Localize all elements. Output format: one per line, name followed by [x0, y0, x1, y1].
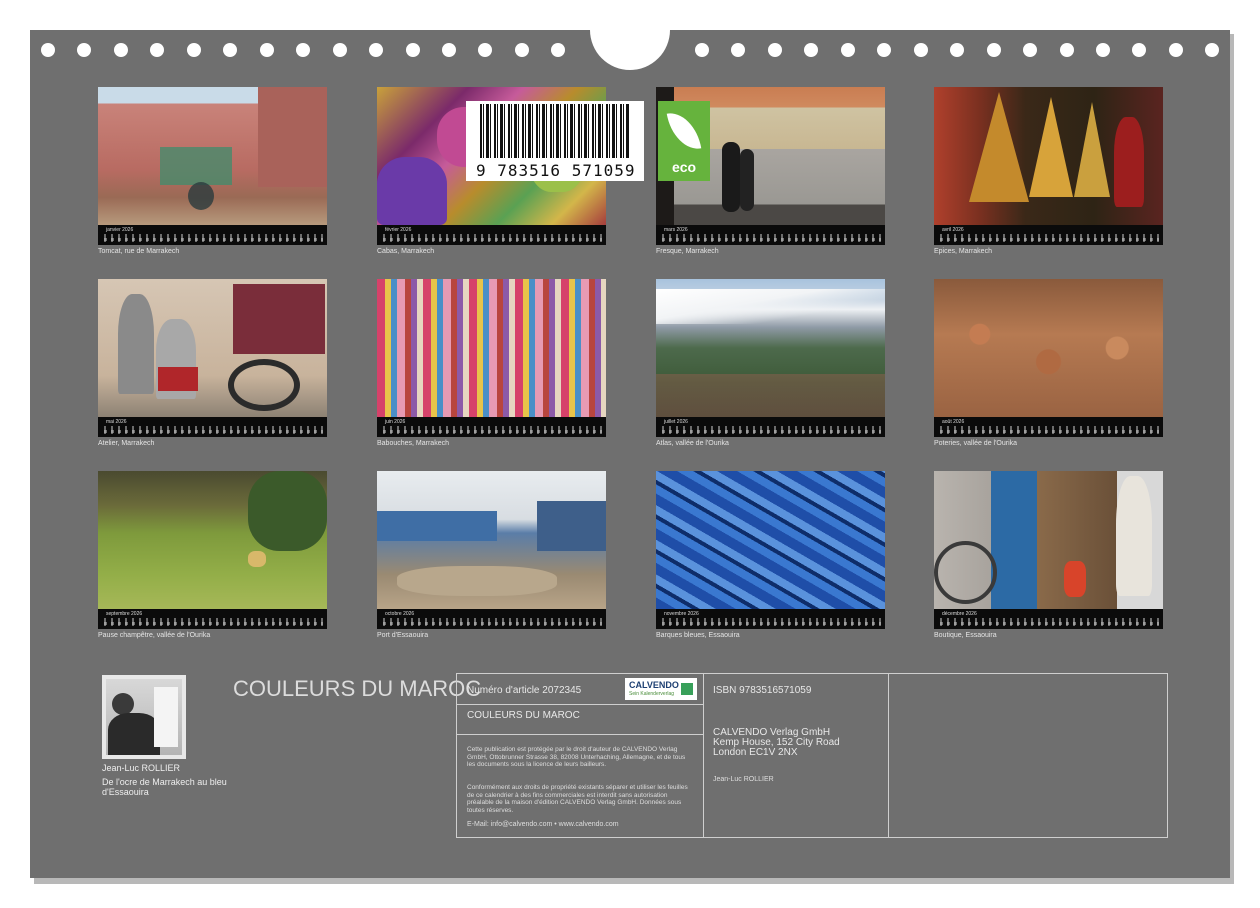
photo-caption: Poteries, vallée de l'Ourika	[934, 440, 1018, 447]
eco-label: eco	[671, 159, 697, 175]
barcode-number: 9 783516 571059	[476, 161, 636, 180]
month-label: février 2026	[385, 227, 412, 233]
photo-babouches	[377, 279, 606, 417]
month-label: septembre 2026	[106, 611, 143, 617]
month-label: mai 2026	[106, 419, 127, 425]
calendar-title: COULEURS DU MAROC	[233, 676, 482, 701]
photo-epices	[934, 87, 1163, 225]
photo-caption: Cabas, Marrakech	[377, 248, 435, 255]
author-description: De l'ocre de Marrakech au bleu d'Essaoui…	[102, 777, 227, 797]
photo-caption: Fresque, Marrakech	[656, 248, 719, 255]
photo-caption: Atlas, vallée de l'Ourika	[656, 440, 729, 447]
photo-atlas	[656, 279, 885, 417]
month-label: novembre 2026	[664, 611, 699, 617]
article-number: Numéro d'article 2072345	[467, 685, 582, 696]
isbn-barcode: 9 783516 571059	[466, 101, 644, 181]
month-label: juin 2026	[385, 419, 406, 425]
isbn: ISBN 9783516571059	[713, 685, 812, 696]
photo-atelier	[98, 279, 327, 417]
month-label: octobre 2026	[385, 611, 415, 617]
logo-name: CALVENDO	[629, 680, 679, 690]
photo-barques-bleues	[656, 471, 885, 609]
month-label: mars 2026	[664, 227, 688, 233]
info-title: COULEURS DU MAROC	[467, 710, 580, 721]
photo-caption: Atelier, Marrakech	[98, 440, 155, 447]
author-name: Jean-Luc ROLLIER	[102, 763, 181, 773]
eco-badge: eco	[658, 101, 710, 181]
photo-caption: Boutique, Essaouira	[934, 632, 997, 639]
photo-caption: Pause champêtre, vallée de l'Ourika	[98, 632, 211, 639]
info-author: Jean-Luc ROLLIER	[713, 776, 774, 783]
month-label: août 2026	[942, 419, 965, 425]
calvendo-logo: CALVENDO Sein Kalenderverlag	[625, 678, 697, 700]
calendar-back-cover: janvier 2026 Tomcat, rue de Marrakech fé…	[30, 10, 1230, 878]
photo-caption: Barques bleues, Essaouira	[656, 632, 740, 639]
hanger-notch	[590, 10, 670, 70]
contact-email: E-Mail: info@calvendo.com • www.calvendo…	[467, 821, 619, 828]
photo-caption: Epices, Marrakech	[934, 248, 992, 255]
logo-subtitle: Sein Kalenderverlag	[629, 691, 675, 697]
photo-caption: Tomcat, rue de Marrakech	[98, 248, 180, 255]
usage-notice: Conformément aux droits de propriété exi…	[467, 784, 688, 814]
photo-port-essaouira	[377, 471, 606, 609]
author-portrait	[102, 675, 186, 759]
leaf-icon	[666, 108, 702, 154]
photo-boutique	[934, 471, 1163, 609]
barcode-bars	[480, 104, 630, 158]
copyright-notice: Cette publication est protégée par le dr…	[467, 746, 686, 768]
photo-tomcat	[98, 87, 327, 225]
month-label: juillet 2026	[664, 419, 688, 425]
logo-mark-icon	[681, 683, 693, 695]
photo-pause-champetre	[98, 471, 327, 609]
publisher-info-box: Numéro d'article 2072345 CALVENDO Sein K…	[456, 673, 1168, 838]
month-label: janvier 2026	[106, 227, 134, 233]
month-label: avril 2026	[942, 227, 964, 233]
photo-caption: Babouches, Marrakech	[377, 440, 449, 447]
photo-caption: Port d'Essaouira	[377, 632, 429, 639]
month-label: décembre 2026	[942, 611, 977, 617]
publisher-city: London EC1V 2NX	[713, 747, 798, 758]
photo-poteries	[934, 279, 1163, 417]
